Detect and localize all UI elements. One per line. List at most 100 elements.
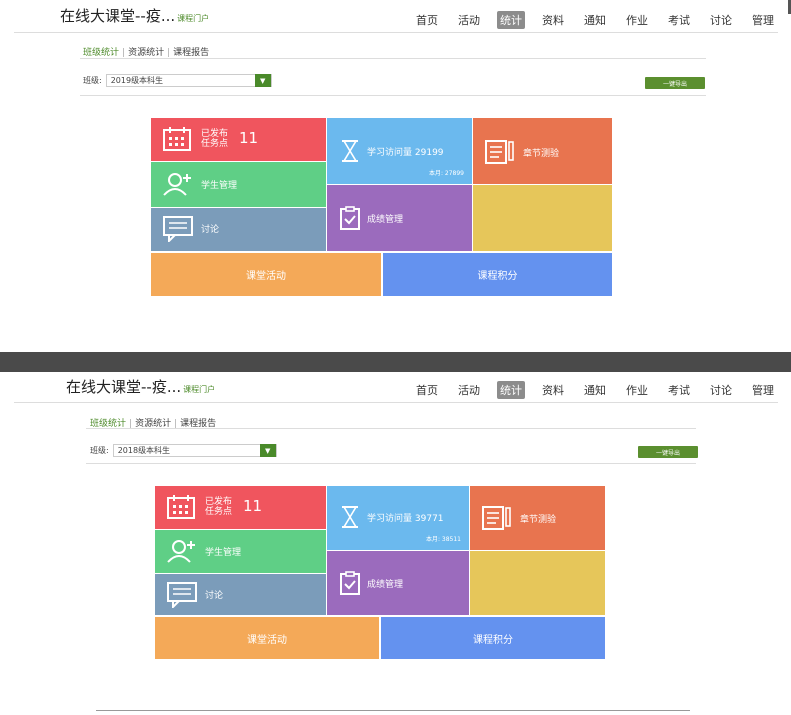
- stats-panel-2018: 在线大课堂--疫... 课程门户 首页 活动 统计 资料 通知 作业 考试 讨论 …: [0, 372, 791, 715]
- nav-statistics[interactable]: 统计: [497, 381, 525, 399]
- user-add-icon: [167, 540, 195, 563]
- main-nav: 首页 活动 统计 资料 通知 作业 考试 讨论 管理: [413, 11, 791, 29]
- visits-label: 学习访问量 29199: [367, 148, 444, 158]
- course-points-label: 课程积分: [477, 271, 518, 282]
- filter-divider: [86, 463, 696, 464]
- tab-course-report[interactable]: 课程报告: [173, 48, 209, 58]
- nav-activity[interactable]: 活动: [455, 381, 483, 399]
- chevron-down-icon[interactable]: ▼: [254, 74, 271, 87]
- empty-tile: [470, 551, 605, 615]
- chat-icon: [163, 216, 193, 242]
- clipboard-check-icon: [340, 571, 360, 595]
- tab-class-stats[interactable]: 班级统计: [83, 48, 119, 58]
- nav-homework[interactable]: 作业: [623, 381, 651, 399]
- grade-management-tile[interactable]: 成绩管理: [327, 551, 469, 615]
- nav-notices[interactable]: 通知: [581, 11, 609, 29]
- class-select[interactable]: 2019级本科生 ▼: [105, 74, 272, 87]
- footer-divider: [96, 710, 690, 711]
- nav-manage[interactable]: 管理: [749, 11, 777, 29]
- chapter-quiz-tile[interactable]: 章节测验: [473, 118, 612, 184]
- export-button[interactable]: 一键导出: [645, 77, 705, 89]
- monthly-visits: 本月: 38511: [425, 536, 461, 543]
- header-divider: [14, 32, 778, 33]
- clipboard-check-icon: [340, 206, 360, 230]
- course-title-text: 在线大课堂--疫...: [66, 378, 182, 396]
- chapter-quiz-tile[interactable]: 章节测验: [470, 486, 605, 550]
- tab-resource-stats[interactable]: 资源统计: [128, 48, 164, 58]
- nav-home[interactable]: 首页: [413, 11, 441, 29]
- nav-discussion[interactable]: 讨论: [707, 381, 735, 399]
- course-points-tile[interactable]: 课程积分: [383, 253, 612, 296]
- published-line2: 任务点: [205, 507, 233, 517]
- chat-icon: [167, 582, 197, 608]
- class-select[interactable]: 2018级本科生 ▼: [112, 444, 277, 457]
- grade-management-label: 成绩管理: [367, 215, 404, 225]
- student-management-tile[interactable]: 学生管理: [155, 530, 326, 573]
- subtabs-divider: [80, 58, 706, 59]
- filter-divider: [80, 95, 706, 96]
- nav-exam[interactable]: 考试: [665, 11, 693, 29]
- student-management-tile[interactable]: 学生管理: [151, 162, 326, 207]
- nav-exam[interactable]: 考试: [665, 381, 693, 399]
- discussion-tile[interactable]: 讨论: [155, 574, 326, 615]
- published-label: 已发布 任务点: [205, 497, 232, 517]
- course-title[interactable]: 在线大课堂--疫... 课程门户: [60, 5, 209, 26]
- nav-statistics[interactable]: 统计: [497, 11, 525, 29]
- class-filter: 班级: 2018级本科生 ▼: [90, 444, 277, 457]
- class-filter: 班级: 2019级本科生 ▼: [83, 74, 272, 87]
- chevron-down-icon[interactable]: ▼: [259, 444, 276, 457]
- published-count: 11: [243, 497, 263, 515]
- subtabs: 班级统计 | 资源统计 | 课程报告: [83, 48, 210, 58]
- nav-discussion[interactable]: 讨论: [707, 11, 735, 29]
- discussion-label: 讨论: [205, 591, 224, 601]
- chapter-quiz-label: 章节测验: [520, 515, 557, 525]
- subtabs-divider: [86, 428, 696, 429]
- course-points-tile[interactable]: 课程积分: [381, 617, 605, 659]
- grade-management-tile[interactable]: 成绩管理: [327, 185, 472, 251]
- published-tasks-tile[interactable]: 已发布 任务点 11: [155, 486, 326, 529]
- visits-tile[interactable]: 学习访问量 29199 本月: 27899: [327, 118, 472, 184]
- course-portal-link[interactable]: 课程门户: [183, 385, 215, 394]
- visits-tile[interactable]: 学习访问量 39771 本月: 38511: [327, 486, 469, 550]
- document-pen-icon: [485, 140, 514, 164]
- discussion-tile[interactable]: 讨论: [151, 208, 326, 251]
- visits-label: 学习访问量 39771: [367, 514, 444, 524]
- course-portal-link[interactable]: 课程门户: [177, 14, 209, 23]
- class-select-value: 2019级本科生: [110, 76, 164, 85]
- student-management-label: 学生管理: [205, 548, 242, 558]
- class-activity-tile[interactable]: 课堂活动: [155, 617, 379, 659]
- user-add-icon: [163, 173, 191, 196]
- nav-home[interactable]: 首页: [413, 381, 441, 399]
- published-line1: 已发布: [205, 497, 233, 507]
- class-activity-label: 课堂活动: [246, 271, 286, 282]
- class-activity-tile[interactable]: 课堂活动: [151, 253, 381, 296]
- visits-count: 29199: [414, 148, 444, 158]
- nav-activity[interactable]: 活动: [455, 11, 483, 29]
- monthly-visits: 本月: 27899: [428, 170, 464, 177]
- nav-resources[interactable]: 资料: [539, 11, 567, 29]
- empty-tile: [473, 185, 612, 251]
- chapter-quiz-label: 章节测验: [523, 149, 560, 159]
- nav-manage[interactable]: 管理: [749, 381, 777, 399]
- student-management-label: 学生管理: [201, 181, 238, 191]
- course-points-label: 课程积分: [473, 634, 513, 646]
- discussion-label: 讨论: [201, 225, 220, 235]
- published-label: 已发布 任务点: [201, 129, 228, 149]
- document-pen-icon: [482, 506, 511, 530]
- nav-homework[interactable]: 作业: [623, 11, 651, 29]
- published-line2: 任务点: [201, 139, 229, 149]
- calendar-icon: [163, 127, 191, 151]
- main-nav: 首页 活动 统计 资料 通知 作业 考试 讨论 管理: [413, 381, 791, 399]
- course-title[interactable]: 在线大课堂--疫... 课程门户: [66, 376, 215, 397]
- screenshot-separator: [0, 352, 791, 372]
- export-button[interactable]: 一键导出: [638, 446, 698, 458]
- hourglass-icon: [342, 140, 358, 162]
- header-divider: [14, 402, 778, 403]
- class-activity-label: 课堂活动: [247, 634, 287, 646]
- calendar-icon: [167, 495, 195, 519]
- nav-notices[interactable]: 通知: [581, 381, 609, 399]
- published-tasks-tile[interactable]: 已发布 任务点 11: [151, 118, 326, 161]
- course-title-text: 在线大课堂--疫...: [60, 7, 176, 25]
- nav-resources[interactable]: 资料: [539, 381, 567, 399]
- grade-management-label: 成绩管理: [367, 580, 404, 590]
